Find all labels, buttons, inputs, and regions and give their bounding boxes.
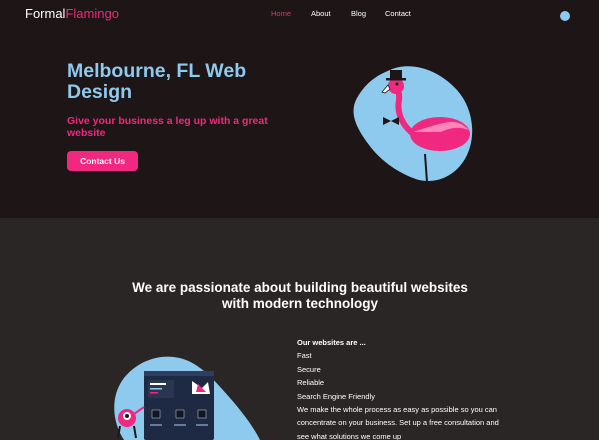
nav-home[interactable]: Home — [271, 9, 291, 18]
features-list: Our websites are ... Fast Secure Reliabl… — [297, 336, 507, 440]
nav-about[interactable]: About — [311, 9, 331, 18]
feature-item-secure: Secure — [297, 364, 321, 374]
website-mockup-illustration — [114, 356, 260, 440]
feature-item-seo: Search Engine Friendly — [297, 391, 375, 401]
logo-text-flamingo: Flamingo — [65, 6, 119, 21]
features-heading: Our websites are ... — [297, 338, 366, 347]
top-hat-icon — [390, 70, 402, 79]
hero-section — [0, 0, 599, 218]
contact-us-button[interactable]: Contact Us — [67, 151, 138, 171]
flamingo-body — [410, 117, 470, 151]
section-title: We are passionate about building beautif… — [132, 280, 468, 311]
feature-item-reliable: Reliable — [297, 378, 325, 388]
flamingo-illustration — [353, 66, 473, 183]
hero-title: Melbourne, FL Web Design — [67, 60, 247, 103]
feature-item-fast: Fast — [297, 351, 312, 361]
menu-toggle-dot-icon[interactable] — [560, 11, 570, 21]
nav-blog[interactable]: Blog — [351, 9, 366, 18]
features-paragraph: We make the whole process as easy as pos… — [297, 405, 499, 440]
nav-contact[interactable]: Contact — [385, 9, 411, 18]
site-logo[interactable]: FormalFlamingo — [25, 6, 119, 21]
logo-text-formal: Formal — [25, 6, 66, 21]
hero-subtitle: Give your business a leg up with a great… — [67, 115, 268, 139]
